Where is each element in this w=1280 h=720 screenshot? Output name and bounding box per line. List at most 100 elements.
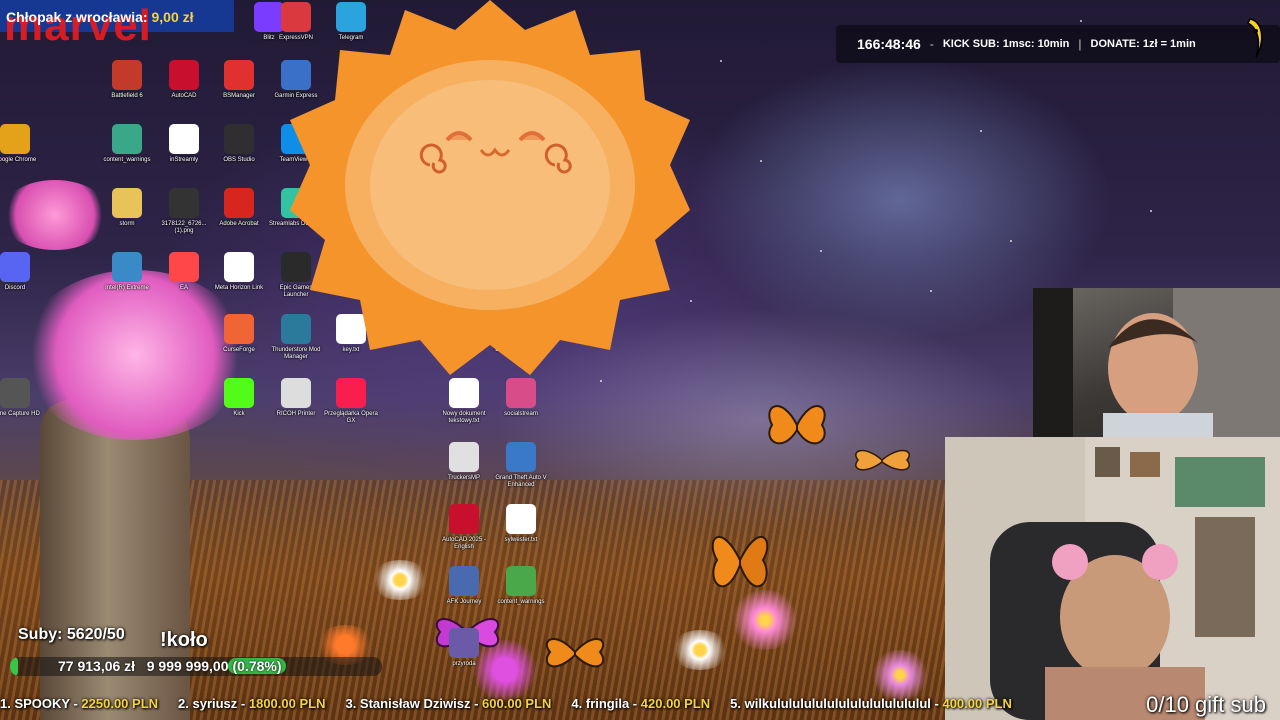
socialstream-icon: [506, 378, 536, 408]
gta-icon: [506, 442, 536, 472]
game-icon: [506, 566, 536, 596]
autocad-icon: [169, 60, 199, 90]
desktop-shortcut-label: BSManager: [223, 93, 255, 99]
desktop-shortcut[interactable]: przyroda: [435, 628, 493, 668]
chrome-icon: [0, 124, 30, 154]
folder-icon: [112, 188, 142, 218]
desktop-shortcut[interactable]: Meta Horizon Link: [210, 252, 268, 292]
desktop-shortcut[interactable]: AFK Journey: [435, 566, 493, 606]
desktop-shortcut[interactable]: 3178122_6726...(1).png: [155, 188, 213, 235]
desktop-shortcut-label: sylwester.txt: [504, 537, 538, 543]
ea-icon: [169, 252, 199, 282]
ticker-donor: 5. wilkulululululululululululululul -: [730, 695, 939, 711]
goal-percent: (0.78%): [228, 658, 286, 674]
desktop-shortcut[interactable]: CurseForge: [210, 314, 268, 354]
opera-icon: [336, 378, 366, 408]
desktop-shortcut-label: AFK Journey: [446, 599, 482, 605]
desktop-shortcut-label: EA: [179, 285, 188, 291]
folder-icon: [449, 628, 479, 658]
desktop-shortcut[interactable]: inStreamly: [155, 124, 213, 164]
desktop-shortcut[interactable]: BSManager: [210, 60, 268, 100]
subathon-timer: 166:48:46: [857, 36, 921, 52]
ticker-amount: 600.00 PLN: [482, 695, 552, 711]
ticker-donor: 2. syriusz -: [178, 695, 246, 711]
instreamly-icon: [169, 124, 199, 154]
desktop-shortcut[interactable]: AutoCAD: [155, 60, 213, 100]
ticker-donor: 3. Stanisław Dziwisz -: [345, 695, 479, 711]
afk-icon: [449, 566, 479, 596]
subs-counter: Suby: 5620/50: [18, 626, 125, 643]
wheel-command: !koło: [160, 629, 208, 651]
desktop-shortcut[interactable]: Przeglądarka Opera GX: [322, 378, 380, 425]
text-file-icon: [506, 504, 536, 534]
desktop-shortcut[interactable]: Grand Theft Auto V Enhanced: [492, 442, 550, 489]
ticker-amount: 1800.00 PLN: [248, 695, 326, 711]
ticker-item: 2. syriusz - 1800.00 PLN: [178, 696, 325, 711]
latest-donation: Chłopak z wrocławia: 9,00 zł: [6, 9, 194, 25]
desktop-shortcut[interactable]: Battlefield 6: [98, 60, 156, 100]
gift-sub-counter: 0/10 gift sub: [1146, 692, 1266, 717]
subathon-status-bar: 166:48:46 - KICK SUB: 1msc: 10min | DONA…: [836, 18, 1280, 63]
desktop-shortcut-label: Kick: [233, 411, 245, 417]
desktop-shortcut[interactable]: RICOH Printer: [267, 378, 325, 418]
autocad-icon: [449, 504, 479, 534]
donation-goal-bar: 77 913,06 zł 9 999 999,00 (0.78%): [10, 657, 382, 676]
desktop-shortcut[interactable]: sylwester.txt: [492, 504, 550, 544]
desktop-shortcut-label: Nowy dokument tekstowy.txt: [442, 411, 486, 424]
desktop-shortcut[interactable]: OBS Studio: [210, 124, 268, 164]
curseforge-icon: [224, 314, 254, 344]
desktop-shortcut-label: CurseForge: [223, 347, 255, 353]
goal-text: 77 913,06 zł 9 999 999,00 (0.78%): [58, 658, 286, 674]
desktop-shortcut[interactable]: content_warnings: [492, 566, 550, 606]
streamer-room: [945, 437, 1280, 720]
donation-amount: 9,00 zł: [151, 9, 194, 25]
white-daisy: [670, 630, 730, 670]
desktop-shortcut[interactable]: EA: [155, 252, 213, 292]
goal-target: 9 999 999,00: [146, 658, 229, 674]
desktop-shortcut[interactable]: socialstream: [492, 378, 550, 418]
divider: |: [1078, 37, 1082, 51]
image-file-icon: [169, 188, 199, 218]
ticker-amount: 420.00 PLN: [640, 695, 711, 711]
desktop-shortcut-label: Battlefield 6: [111, 93, 143, 99]
desktop-shortcut[interactable]: AutoCAD 2025 - English: [435, 504, 493, 551]
separator: -: [929, 37, 934, 51]
desktop-shortcut-label: Game Capture HD: [0, 411, 40, 417]
acrobat-icon: [224, 188, 254, 218]
goal-progress-fill: [10, 657, 18, 676]
desktop-shortcut[interactable]: Adobe Acrobat: [210, 188, 268, 228]
text-file-icon: [449, 378, 479, 408]
truckersmp-icon: [449, 442, 479, 472]
desktop-shortcut-label: content_warnings: [103, 157, 151, 163]
desktop-shortcut[interactable]: storm: [98, 188, 156, 228]
battlefield-icon: [112, 60, 142, 90]
ticker-donor: 1. SPOOKY -: [0, 695, 78, 711]
desktop-shortcut[interactable]: Game Capture HD: [0, 378, 44, 418]
butterfly: [768, 405, 826, 445]
folder-image-icon: [112, 124, 142, 154]
capture-icon: [0, 378, 30, 408]
webcam-top: [1033, 288, 1280, 438]
goal-current: 77 913,06 zł: [58, 658, 136, 674]
desktop-shortcut-label: AutoCAD 2025 - English: [442, 537, 486, 550]
desktop-shortcut[interactable]: Nowy dokument tekstowy.txt: [435, 378, 493, 425]
desktop-shortcut[interactable]: Discord: [0, 252, 44, 292]
kick-icon: [224, 378, 254, 408]
desktop-shortcut-label: 3178122_6726...(1).png: [161, 221, 207, 234]
desktop-shortcut[interactable]: Google Chrome: [0, 124, 44, 164]
desktop-shortcut[interactable]: Intel(R) Extreme: [98, 252, 156, 292]
desktop-shortcut[interactable]: content_warnings: [98, 124, 156, 164]
desktop-shortcut[interactable]: TruckersMP: [435, 442, 493, 482]
desktop-shortcut-label: Intel(R) Extreme: [105, 285, 149, 291]
desktop-shortcut-label: przyroda: [452, 661, 476, 667]
desktop-shortcut-label: Meta Horizon Link: [214, 285, 264, 291]
donate-rate: DONATE: 1zł = 1min: [1090, 38, 1196, 50]
white-daisy: [370, 560, 430, 600]
desktop-shortcut-label: RICOH Printer: [276, 411, 316, 417]
webcam-main: 0/10 gift sub: [945, 437, 1280, 720]
streamer-figure: [1033, 288, 1280, 438]
discord-icon: [0, 252, 30, 282]
butterfly: [855, 449, 910, 471]
desktop-shortcut-label: inStreamly: [169, 157, 199, 163]
desktop-shortcut[interactable]: Kick: [210, 378, 268, 418]
